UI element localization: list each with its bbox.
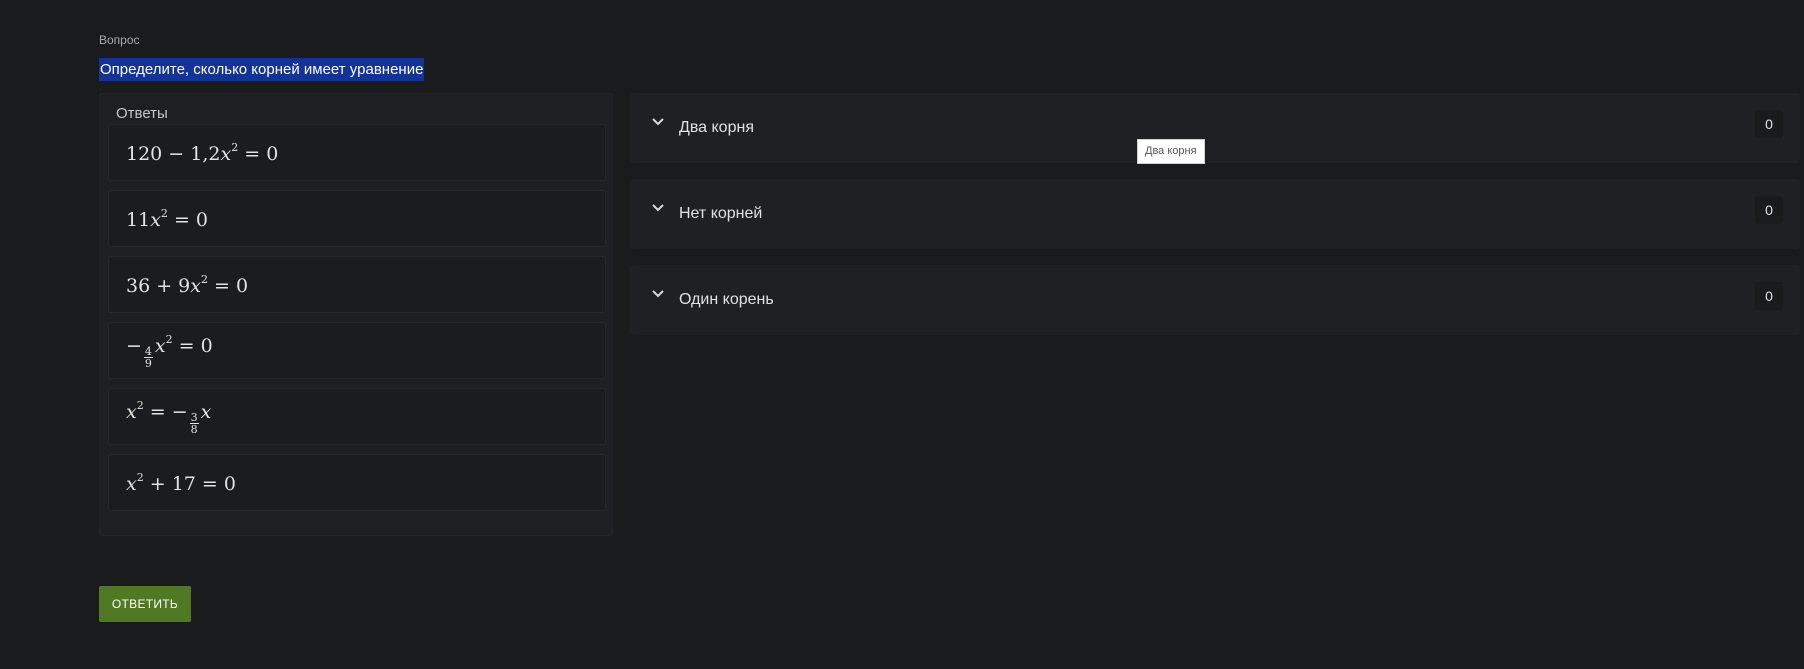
group-no-roots[interactable]: Нет корней 0 xyxy=(630,179,1800,249)
answers-title: Ответы xyxy=(116,105,168,122)
question-title: Определите, сколько корней имеет уравнен… xyxy=(99,58,425,81)
group-count-badge: 0 xyxy=(1755,196,1783,224)
question-caption: Вопрос xyxy=(99,33,140,47)
tooltip: Два корня xyxy=(1137,139,1205,164)
group-label: Один корень xyxy=(679,291,774,308)
answer-card[interactable]: x2 + 17 = 0 xyxy=(108,454,606,511)
answer-card[interactable]: 11x2 = 0 xyxy=(108,190,606,247)
answers-panel: Ответы 120 − 1,2x2 = 0 11x2 = 0 36 + 9x2… xyxy=(99,93,613,536)
group-two-roots[interactable]: Два корня 0 xyxy=(630,93,1800,163)
equation: x2 = −3 8 x xyxy=(126,398,212,436)
chevron-down-icon[interactable] xyxy=(650,114,666,130)
chevron-down-icon[interactable] xyxy=(650,286,666,302)
group-label: Нет корней xyxy=(679,205,763,222)
chevron-down-icon[interactable] xyxy=(650,200,666,216)
equation: −4 9 x2 = 0 xyxy=(126,332,213,370)
equation: 120 − 1,2x2 = 0 xyxy=(126,140,279,165)
group-count-badge: 0 xyxy=(1755,282,1783,310)
group-count-badge: 0 xyxy=(1755,110,1783,138)
answer-card[interactable]: x2 = −3 8 x xyxy=(108,388,606,445)
answer-card[interactable]: 36 + 9x2 = 0 xyxy=(108,256,606,313)
answer-card[interactable]: 120 − 1,2x2 = 0 xyxy=(108,124,606,181)
equation: x2 + 17 = 0 xyxy=(126,470,236,495)
equation: 11x2 = 0 xyxy=(126,206,208,231)
submit-button[interactable]: ОТВЕТИТЬ xyxy=(99,586,191,622)
equation: 36 + 9x2 = 0 xyxy=(126,272,249,297)
group-one-root[interactable]: Один корень 0 xyxy=(630,265,1800,335)
answer-card[interactable]: −4 9 x2 = 0 xyxy=(108,322,606,379)
group-label: Два корня xyxy=(679,119,754,136)
